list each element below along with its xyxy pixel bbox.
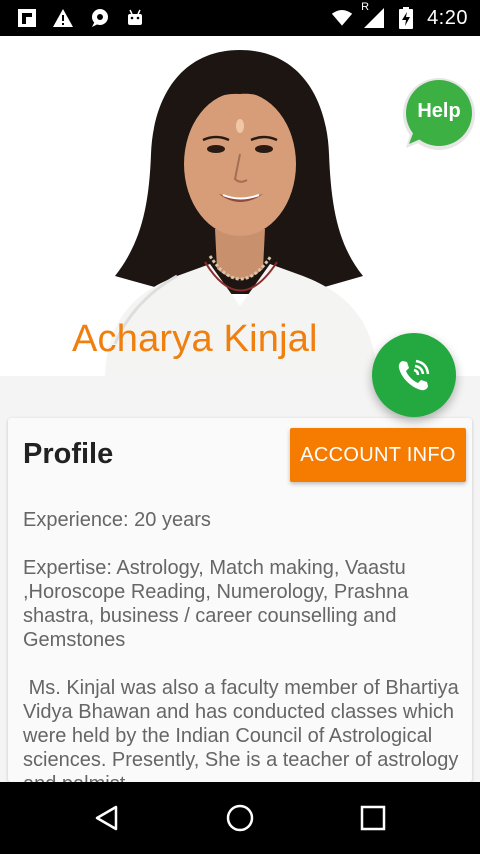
help-label[interactable]: Help [400,100,478,123]
battery-charging-icon [395,7,417,29]
wifi-icon [331,7,353,29]
recents-icon [361,805,386,831]
profile-heading: Profile [23,438,114,470]
profile-hero: Acharya Kinjal Help [0,36,480,376]
profile-description: Experience: 20 years Expertise: Astrolog… [23,508,463,782]
call-button[interactable] [372,333,456,417]
navigation-bar [0,782,480,854]
android-icon [124,7,146,29]
profile-card: Profile ACCOUNT INFO Experience: 20 year… [8,418,472,782]
network-type-label: R [361,1,370,13]
account-info-button[interactable]: ACCOUNT INFO [290,428,466,482]
phone-ring-icon [398,359,430,391]
clock: 4:20 [427,6,468,29]
bio-text: Ms. Kinjal was also a faculty member of … [23,677,459,782]
back-button[interactable] [77,788,137,848]
home-icon [226,804,254,832]
recents-button[interactable] [343,788,403,848]
status-bar: R 4:20 [0,0,480,36]
home-button[interactable] [210,788,270,848]
warning-icon [52,7,74,29]
back-icon [95,805,117,831]
flipboard-icon [16,7,38,29]
experience-text: Experience: 20 years [23,509,211,531]
astrologer-name: Acharya Kinjal [72,318,318,360]
chat-bubble-icon [88,7,110,29]
expertise-text: Expertise: Astrology, Match making, Vaas… [23,557,414,651]
